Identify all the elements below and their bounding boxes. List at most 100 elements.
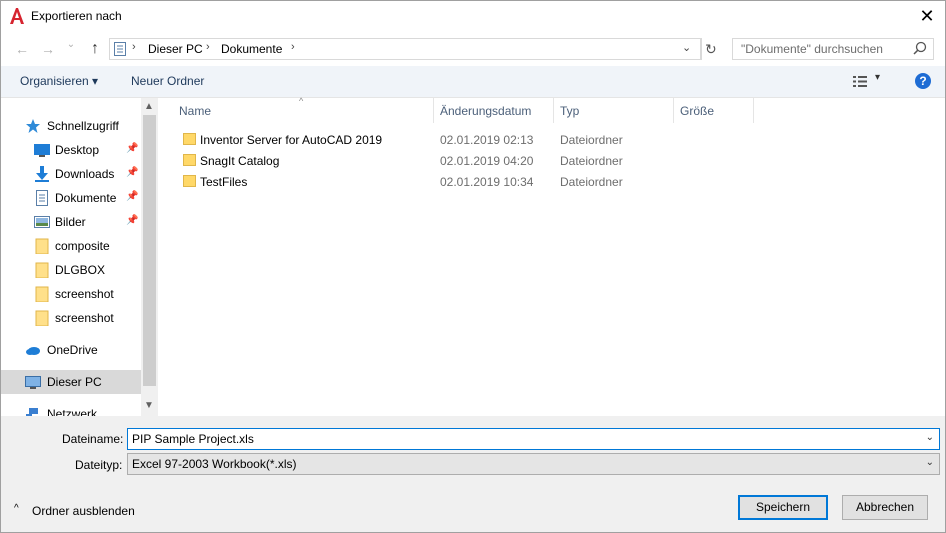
nav-item-label: OneDrive (47, 343, 98, 357)
pin-icon: 📌 (126, 191, 139, 202)
window-title: Exportieren nach (31, 9, 122, 23)
star-icon (26, 119, 40, 133)
scroll-down-arrow-icon[interactable]: ▼ (144, 400, 154, 411)
command-bar: Organisieren ▾ Neuer Ordner ▾ ? (1, 66, 945, 98)
filename-label: Dateiname: (62, 432, 124, 446)
nav-item-downloads[interactable]: Downloads 📌 (1, 162, 141, 186)
nav-item-label: screenshot (55, 311, 114, 325)
file-type: Dateiordner (560, 175, 623, 189)
breadcrumb-separator: › (132, 41, 136, 53)
nav-item-label: composite (55, 239, 110, 253)
nav-item-quick-access[interactable]: Schnellzugriff (1, 114, 141, 138)
nav-item-network[interactable]: Netzwerk (1, 402, 141, 416)
save-options-panel: Dateiname: PIP Sample Project.xls ⌄ Date… (1, 416, 945, 532)
breadcrumb-separator[interactable]: › (291, 41, 295, 53)
folder-icon (35, 310, 49, 326)
filename-value: PIP Sample Project.xls (132, 432, 254, 446)
document-icon (36, 190, 48, 206)
pin-icon: 📌 (126, 167, 139, 178)
new-folder-button[interactable]: Neuer Ordner (131, 74, 204, 88)
folder-icon (35, 286, 49, 302)
title-bar: Exportieren nach ✕ (1, 1, 945, 32)
nav-item-folder-screenshot[interactable]: screenshot (1, 282, 141, 306)
nav-item-label: Downloads (55, 167, 115, 181)
up-button[interactable]: ↑ (85, 39, 105, 59)
breadcrumb-documents[interactable]: Dokumente (221, 42, 282, 56)
filetype-select[interactable]: Excel 97-2003 Workbook(*.xls) ⌄ (127, 453, 940, 475)
nav-item-label: Bilder (55, 215, 86, 229)
column-header-date[interactable]: Änderungsdatum (440, 98, 531, 123)
file-row[interactable]: TestFiles 02.01.2019 10:34 Dateiordner (176, 171, 756, 192)
refresh-icon[interactable]: ↻ (705, 41, 717, 58)
chevron-down-icon[interactable]: ⌄ (926, 432, 934, 443)
scroll-thumb[interactable] (143, 115, 156, 386)
help-icon[interactable]: ? (915, 73, 931, 89)
column-header-type[interactable]: Typ (560, 98, 579, 123)
scroll-up-arrow-icon[interactable]: ▲ (144, 101, 154, 112)
filename-field[interactable]: PIP Sample Project.xls ⌄ (127, 428, 940, 450)
view-details-icon[interactable] (853, 76, 867, 87)
nav-item-label: Dieser PC (47, 375, 102, 389)
nav-item-folder-dlgbox[interactable]: DLGBOX (1, 258, 141, 282)
pin-icon: 📌 (126, 215, 139, 226)
navigation-pane: Schnellzugriff Desktop 📌 Downloads 📌 Dok… (1, 98, 158, 416)
nav-item-folder-screenshot[interactable]: screenshot (1, 306, 141, 330)
chevron-down-icon[interactable]: ⌄ (926, 457, 934, 468)
cancel-button[interactable]: Abbrechen (842, 495, 928, 520)
column-divider[interactable] (753, 98, 754, 123)
view-options-dropdown[interactable]: ▾ (875, 72, 880, 83)
file-name: TestFiles (200, 175, 248, 189)
nav-item-label: DLGBOX (55, 263, 106, 277)
nav-item-this-pc[interactable]: Dieser PC (1, 370, 141, 394)
chevron-up-icon[interactable]: ^ (14, 503, 19, 514)
folder-icon (35, 238, 49, 254)
back-button[interactable]: ← (12, 39, 32, 59)
address-bar[interactable]: › Dieser PC › Dokumente › ⌄ ↻ (109, 38, 717, 60)
file-row[interactable]: Inventor Server for AutoCAD 2019 02.01.2… (176, 129, 756, 150)
file-type: Dateiordner (560, 133, 623, 147)
search-placeholder: "Dokumente" durchsuchen (741, 42, 883, 56)
nav-item-desktop[interactable]: Desktop 📌 (1, 138, 141, 162)
address-dropdown-button[interactable]: ⌄ (682, 41, 691, 54)
download-icon (35, 166, 49, 182)
forward-button[interactable]: → (38, 39, 58, 59)
organize-menu[interactable]: Organisieren ▾ (20, 74, 98, 88)
nav-item-label: Dokumente (55, 191, 117, 205)
pin-icon: 📌 (126, 143, 139, 154)
navigation-scrollbar[interactable]: ▲ ▼ (141, 98, 158, 416)
close-button[interactable]: ✕ (912, 3, 942, 30)
nav-item-label: screenshot (55, 287, 114, 301)
folder-icon (183, 133, 196, 145)
nav-item-onedrive[interactable]: OneDrive (1, 338, 141, 362)
column-header-size[interactable]: Größe (680, 98, 714, 123)
folder-icon (35, 262, 49, 278)
desktop-icon (34, 144, 50, 157)
column-divider[interactable] (433, 98, 434, 123)
sort-ascending-icon: ^ (299, 96, 304, 106)
hide-folders-button[interactable]: Ordner ausblenden (32, 504, 135, 518)
breadcrumb-separator[interactable]: › (206, 41, 210, 53)
folder-icon (183, 175, 196, 187)
nav-item-documents[interactable]: Dokumente 📌 (1, 186, 141, 210)
column-header-name[interactable]: Name (179, 98, 211, 123)
cloud-icon (26, 347, 40, 355)
filetype-label: Dateityp: (75, 458, 123, 472)
address-divider (700, 38, 701, 60)
nav-item-folder-composite[interactable]: composite (1, 234, 141, 258)
column-divider[interactable] (553, 98, 554, 123)
column-divider[interactable] (673, 98, 674, 123)
nav-item-pictures[interactable]: Bilder 📌 (1, 210, 141, 234)
breadcrumb-this-pc[interactable]: Dieser PC (148, 42, 203, 56)
document-icon (114, 42, 126, 56)
file-name: Inventor Server for AutoCAD 2019 (200, 133, 383, 147)
folder-icon (183, 154, 196, 166)
file-row[interactable]: SnagIt Catalog 02.01.2019 04:20 Dateiord… (176, 150, 756, 171)
save-button[interactable]: Speichern (738, 495, 828, 520)
search-input[interactable]: "Dokumente" durchsuchen (732, 38, 934, 60)
file-date: 02.01.2019 04:20 (440, 154, 534, 168)
recent-locations-button[interactable]: ⌄ (64, 35, 78, 55)
search-icon (913, 41, 927, 55)
pictures-icon (34, 216, 50, 228)
file-name: SnagIt Catalog (200, 154, 280, 168)
nav-item-label: Schnellzugriff (47, 119, 119, 133)
